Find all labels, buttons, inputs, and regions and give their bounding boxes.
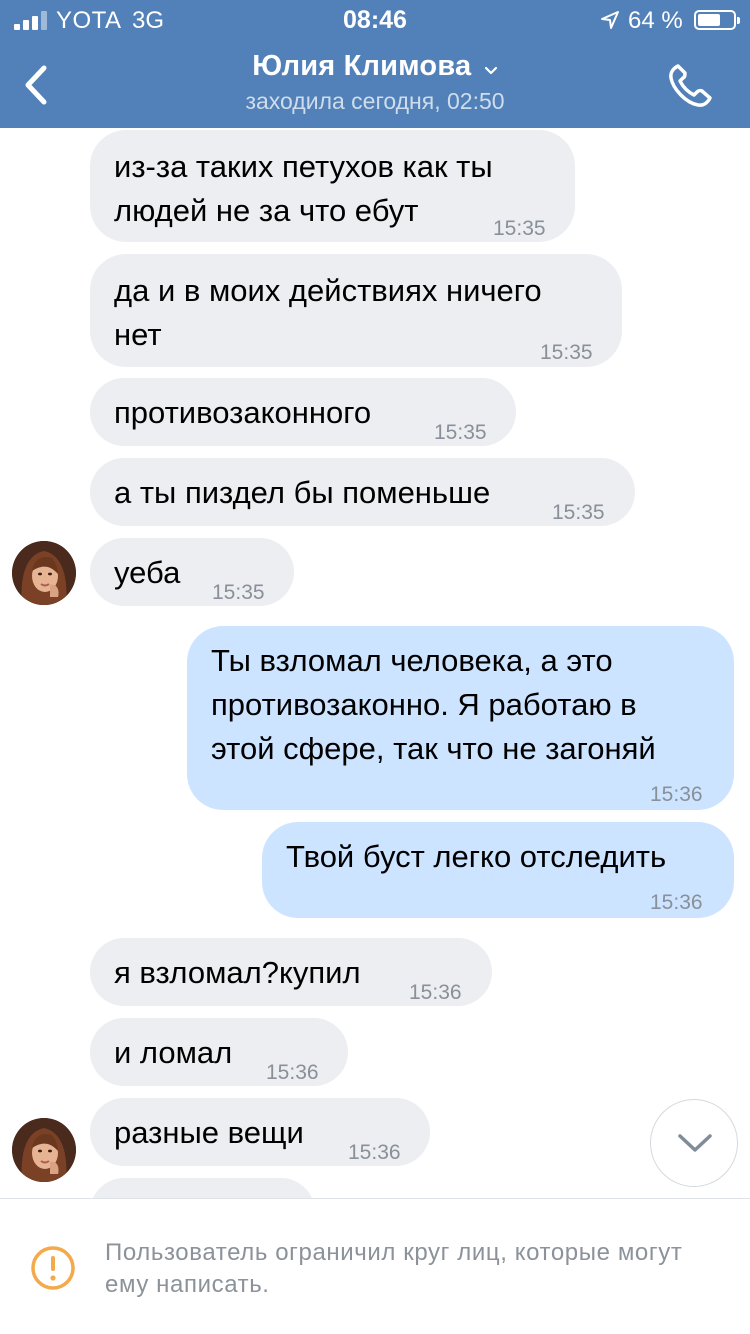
last-seen-status: заходила сегодня, 02:50 (245, 88, 505, 114)
message-bubble[interactable]: я взломал?купил 15:36 (90, 938, 492, 1006)
message-text: да и в моих действиях ничего (114, 273, 542, 308)
warning-icon (31, 1246, 75, 1290)
message-text: этой сфере, так что не загоняй (211, 731, 656, 766)
message-bubble[interactable]: противозаконного 15:35 (90, 378, 516, 446)
contact-title[interactable]: Юлия Климова (150, 50, 600, 83)
battery-percent: 64 % (628, 7, 683, 34)
message-time: 15:35 (434, 421, 487, 444)
contact-avatar[interactable] (12, 541, 76, 605)
chevron-down-icon (484, 66, 497, 74)
message-text: и ломал (114, 1035, 233, 1070)
call-button[interactable] (664, 60, 716, 112)
message-time: 15:35 (552, 501, 605, 524)
contact-avatar[interactable] (12, 1118, 76, 1182)
message-text: из-за таких петухов как ты (114, 149, 493, 184)
message-time: 15:36 (266, 1061, 319, 1084)
message-bubble[interactable]: и ломал 15:36 (90, 1018, 348, 1086)
contact-name: Юлия Климова (252, 50, 472, 82)
message-text: а ты пиздел бы поменьше (114, 475, 491, 510)
message-time: 15:35 (493, 217, 546, 240)
message-bubble[interactable]: а ты пиздел бы поменьше 15:35 (90, 458, 635, 526)
message-text: уеба (114, 555, 181, 590)
message-time: 15:36 (409, 981, 462, 1004)
location-arrow-icon (601, 11, 619, 29)
message-time: 15:35 (212, 581, 265, 604)
avatar-image (12, 541, 76, 605)
scroll-to-bottom-button[interactable] (650, 1099, 738, 1187)
message-time: 15:36 (348, 1141, 401, 1164)
status-bar: YOTA 3G 08:46 64 % (0, 0, 750, 40)
message-bubble[interactable]: Ты взломал человека, а это противозаконн… (187, 626, 734, 810)
phone-icon (669, 64, 712, 107)
message-bubble[interactable]: Твой буст легко отследить 15:36 (262, 822, 734, 918)
message-time: 15:35 (540, 341, 593, 364)
message-text: Ты взломал человека, а это (211, 643, 613, 678)
message-bubble[interactable]: да и в моих действиях ничего нет 15:35 (90, 254, 622, 367)
message-time: 15:36 (650, 783, 703, 806)
avatar-image (12, 1118, 76, 1182)
restriction-notice: Пользователь ограничил круг лиц, которые… (0, 1198, 750, 1334)
message-text: разные вещи (114, 1115, 304, 1150)
chevron-down-icon (678, 1134, 712, 1152)
message-bubble-partial[interactable] (90, 1178, 315, 1198)
message-bubble[interactable]: из-за таких петухов как ты людей не за ч… (90, 130, 575, 242)
battery-icon (694, 10, 740, 30)
message-text: я взломал?купил (114, 955, 361, 990)
message-text: противозаконно. Я работаю в (211, 687, 637, 722)
message-list[interactable]: из-за таких петухов как ты людей не за ч… (0, 128, 750, 1198)
message-text: Твой буст легко отследить (286, 839, 667, 874)
message-time: 15:36 (650, 891, 703, 914)
message-text: людей не за что ебут (114, 193, 419, 228)
message-bubble[interactable]: уеба 15:35 (90, 538, 294, 606)
message-bubble[interactable]: разные вещи 15:36 (90, 1098, 430, 1166)
message-text: нет (114, 317, 162, 352)
chat-header: YOTA 3G 08:46 64 % Юлия Климова заходила… (0, 0, 750, 128)
message-text: противозаконного (114, 395, 372, 430)
battery-level (698, 14, 720, 26)
notice-text: Пользователь ограничил круг лиц, которые… (105, 1239, 683, 1298)
